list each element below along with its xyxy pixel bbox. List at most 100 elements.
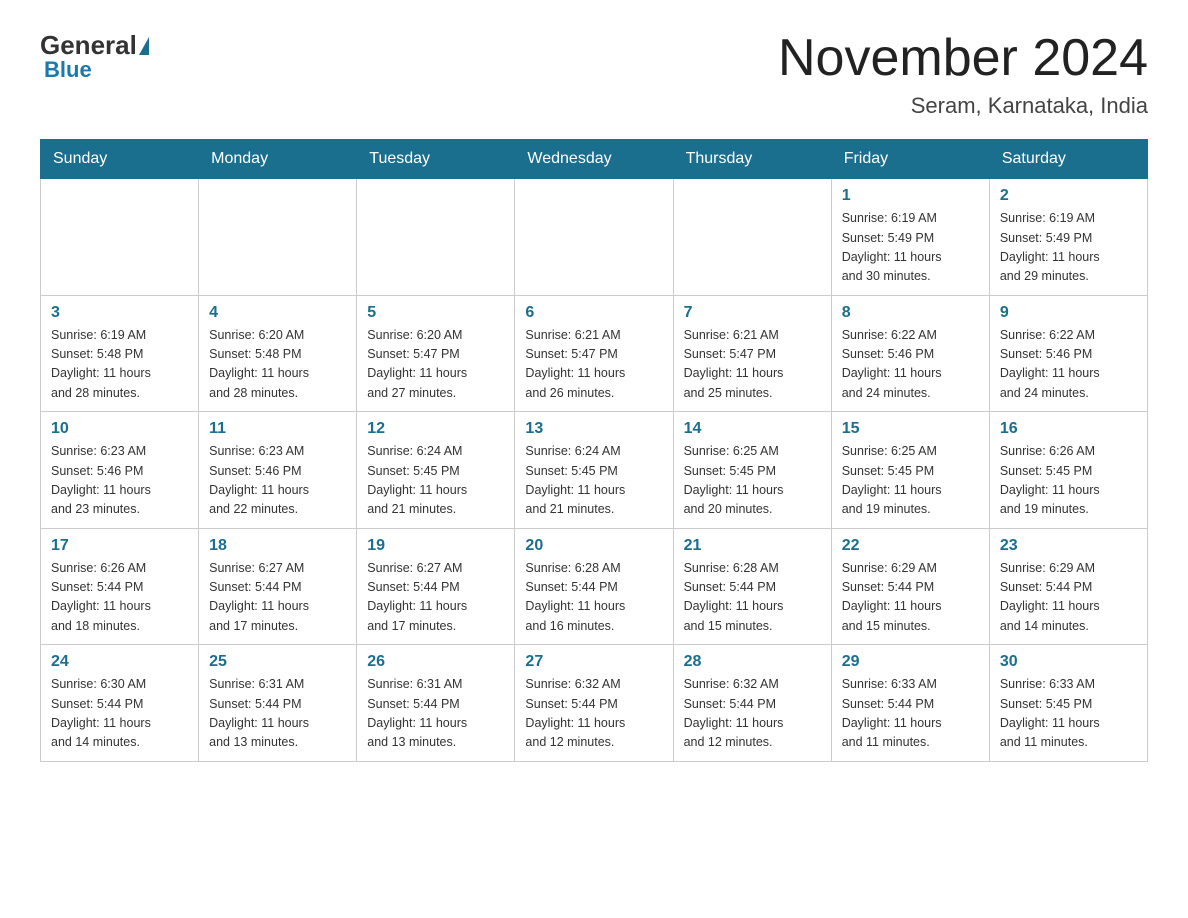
day-info: Sunrise: 6:20 AM Sunset: 5:47 PM Dayligh… — [367, 326, 504, 404]
calendar-cell: 16 Sunrise: 6:26 AM Sunset: 5:45 PM Dayli… — [989, 412, 1147, 529]
day-number: 5 — [367, 304, 504, 322]
day-number: 4 — [209, 304, 346, 322]
calendar-cell: 9 Sunrise: 6:22 AM Sunset: 5:46 PM Daylig… — [989, 295, 1147, 412]
calendar-cell: 20 Sunrise: 6:28 AM Sunset: 5:44 PM Dayli… — [515, 528, 673, 645]
day-info: Sunrise: 6:27 AM Sunset: 5:44 PM Dayligh… — [209, 559, 346, 637]
day-info: Sunrise: 6:32 AM Sunset: 5:44 PM Dayligh… — [684, 675, 821, 753]
day-info: Sunrise: 6:30 AM Sunset: 5:44 PM Dayligh… — [51, 675, 188, 753]
day-number: 11 — [209, 420, 346, 438]
calendar-cell: 7 Sunrise: 6:21 AM Sunset: 5:47 PM Daylig… — [673, 295, 831, 412]
day-info: Sunrise: 6:23 AM Sunset: 5:46 PM Dayligh… — [51, 442, 188, 520]
calendar-cell: 2Sunrise: 6:19 AM Sunset: 5:49 PM Daylig… — [989, 179, 1147, 296]
day-info: Sunrise: 6:26 AM Sunset: 5:44 PM Dayligh… — [51, 559, 188, 637]
day-info: Sunrise: 6:33 AM Sunset: 5:44 PM Dayligh… — [842, 675, 979, 753]
calendar-week-row: 10 Sunrise: 6:23 AM Sunset: 5:46 PM Dayli… — [41, 412, 1148, 529]
calendar-cell: 21 Sunrise: 6:28 AM Sunset: 5:44 PM Dayli… — [673, 528, 831, 645]
calendar-cell: 27 Sunrise: 6:32 AM Sunset: 5:44 PM Dayli… — [515, 645, 673, 762]
day-number: 19 — [367, 537, 504, 555]
day-of-week-header: Tuesday — [357, 140, 515, 179]
day-number: 21 — [684, 537, 821, 555]
calendar-week-row: 17 Sunrise: 6:26 AM Sunset: 5:44 PM Dayli… — [41, 528, 1148, 645]
calendar-cell: 12 Sunrise: 6:24 AM Sunset: 5:45 PM Dayli… — [357, 412, 515, 529]
logo: General Blue — [40, 30, 151, 83]
day-number: 10 — [51, 420, 188, 438]
calendar-week-row: 24 Sunrise: 6:30 AM Sunset: 5:44 PM Dayli… — [41, 645, 1148, 762]
calendar-cell: 26 Sunrise: 6:31 AM Sunset: 5:44 PM Dayli… — [357, 645, 515, 762]
logo-blue-text: Blue — [44, 57, 92, 83]
calendar-cell — [199, 179, 357, 296]
calendar-cell: 24 Sunrise: 6:30 AM Sunset: 5:44 PM Dayli… — [41, 645, 199, 762]
calendar-cell: 23Sunrise: 6:29 AM Sunset: 5:44 PM Dayli… — [989, 528, 1147, 645]
day-info: Sunrise: 6:33 AM Sunset: 5:45 PM Dayligh… — [1000, 675, 1137, 753]
calendar-cell: 30 Sunrise: 6:33 AM Sunset: 5:45 PM Dayli… — [989, 645, 1147, 762]
day-number: 30 — [1000, 653, 1137, 671]
day-info: Sunrise: 6:28 AM Sunset: 5:44 PM Dayligh… — [684, 559, 821, 637]
day-info: Sunrise: 6:24 AM Sunset: 5:45 PM Dayligh… — [367, 442, 504, 520]
day-info: Sunrise: 6:21 AM Sunset: 5:47 PM Dayligh… — [684, 326, 821, 404]
calendar-cell: 14 Sunrise: 6:25 AM Sunset: 5:45 PM Dayli… — [673, 412, 831, 529]
day-number: 15 — [842, 420, 979, 438]
calendar-header-row: SundayMondayTuesdayWednesdayThursdayFrid… — [41, 140, 1148, 179]
day-number: 8 — [842, 304, 979, 322]
day-info: Sunrise: 6:29 AM Sunset: 5:44 PM Dayligh… — [842, 559, 979, 637]
calendar-cell: 25 Sunrise: 6:31 AM Sunset: 5:44 PM Dayli… — [199, 645, 357, 762]
calendar-table: SundayMondayTuesdayWednesdayThursdayFrid… — [40, 139, 1148, 762]
day-number: 23 — [1000, 537, 1137, 555]
day-number: 25 — [209, 653, 346, 671]
day-number: 13 — [525, 420, 662, 438]
calendar-cell: 5 Sunrise: 6:20 AM Sunset: 5:47 PM Daylig… — [357, 295, 515, 412]
calendar-cell: 3Sunrise: 6:19 AM Sunset: 5:48 PM Daylig… — [41, 295, 199, 412]
calendar-week-row: 1 Sunrise: 6:19 AM Sunset: 5:49 PM Daylig… — [41, 179, 1148, 296]
day-number: 20 — [525, 537, 662, 555]
day-number: 18 — [209, 537, 346, 555]
location-subtitle: Seram, Karnataka, India — [778, 93, 1148, 119]
logo-triangle-icon — [139, 37, 149, 55]
day-number: 28 — [684, 653, 821, 671]
calendar-cell: 13 Sunrise: 6:24 AM Sunset: 5:45 PM Dayli… — [515, 412, 673, 529]
day-number: 17 — [51, 537, 188, 555]
calendar-cell: 17 Sunrise: 6:26 AM Sunset: 5:44 PM Dayli… — [41, 528, 199, 645]
day-info: Sunrise: 6:31 AM Sunset: 5:44 PM Dayligh… — [209, 675, 346, 753]
day-number: 1 — [842, 187, 979, 205]
calendar-cell: 8Sunrise: 6:22 AM Sunset: 5:46 PM Daylig… — [831, 295, 989, 412]
calendar-cell: 6Sunrise: 6:21 AM Sunset: 5:47 PM Daylig… — [515, 295, 673, 412]
day-info: Sunrise: 6:25 AM Sunset: 5:45 PM Dayligh… — [842, 442, 979, 520]
day-info: Sunrise: 6:22 AM Sunset: 5:46 PM Dayligh… — [1000, 326, 1137, 404]
day-number: 9 — [1000, 304, 1137, 322]
day-info: Sunrise: 6:20 AM Sunset: 5:48 PM Dayligh… — [209, 326, 346, 404]
day-number: 3 — [51, 304, 188, 322]
day-number: 26 — [367, 653, 504, 671]
day-of-week-header: Wednesday — [515, 140, 673, 179]
day-info: Sunrise: 6:19 AM Sunset: 5:49 PM Dayligh… — [1000, 209, 1137, 287]
day-number: 24 — [51, 653, 188, 671]
day-of-week-header: Friday — [831, 140, 989, 179]
day-number: 27 — [525, 653, 662, 671]
day-info: Sunrise: 6:31 AM Sunset: 5:44 PM Dayligh… — [367, 675, 504, 753]
day-number: 29 — [842, 653, 979, 671]
calendar-cell: 22 Sunrise: 6:29 AM Sunset: 5:44 PM Dayli… — [831, 528, 989, 645]
calendar-cell: 15 Sunrise: 6:25 AM Sunset: 5:45 PM Dayli… — [831, 412, 989, 529]
day-number: 14 — [684, 420, 821, 438]
calendar-cell: 18 Sunrise: 6:27 AM Sunset: 5:44 PM Dayli… — [199, 528, 357, 645]
calendar-cell — [515, 179, 673, 296]
header: General Blue November 2024 Seram, Karnat… — [40, 30, 1148, 119]
day-info: Sunrise: 6:27 AM Sunset: 5:44 PM Dayligh… — [367, 559, 504, 637]
day-info: Sunrise: 6:26 AM Sunset: 5:45 PM Dayligh… — [1000, 442, 1137, 520]
day-number: 6 — [525, 304, 662, 322]
day-info: Sunrise: 6:23 AM Sunset: 5:46 PM Dayligh… — [209, 442, 346, 520]
day-info: Sunrise: 6:24 AM Sunset: 5:45 PM Dayligh… — [525, 442, 662, 520]
day-info: Sunrise: 6:25 AM Sunset: 5:45 PM Dayligh… — [684, 442, 821, 520]
day-of-week-header: Monday — [199, 140, 357, 179]
day-info: Sunrise: 6:32 AM Sunset: 5:44 PM Dayligh… — [525, 675, 662, 753]
calendar-cell: 4 Sunrise: 6:20 AM Sunset: 5:48 PM Daylig… — [199, 295, 357, 412]
day-number: 7 — [684, 304, 821, 322]
calendar-cell: 19 Sunrise: 6:27 AM Sunset: 5:44 PM Dayli… — [357, 528, 515, 645]
day-number: 12 — [367, 420, 504, 438]
day-number: 22 — [842, 537, 979, 555]
day-info: Sunrise: 6:19 AM Sunset: 5:49 PM Dayligh… — [842, 209, 979, 287]
day-info: Sunrise: 6:28 AM Sunset: 5:44 PM Dayligh… — [525, 559, 662, 637]
day-of-week-header: Sunday — [41, 140, 199, 179]
day-number: 16 — [1000, 420, 1137, 438]
title-section: November 2024 Seram, Karnataka, India — [778, 30, 1148, 119]
calendar-cell: 10 Sunrise: 6:23 AM Sunset: 5:46 PM Dayli… — [41, 412, 199, 529]
